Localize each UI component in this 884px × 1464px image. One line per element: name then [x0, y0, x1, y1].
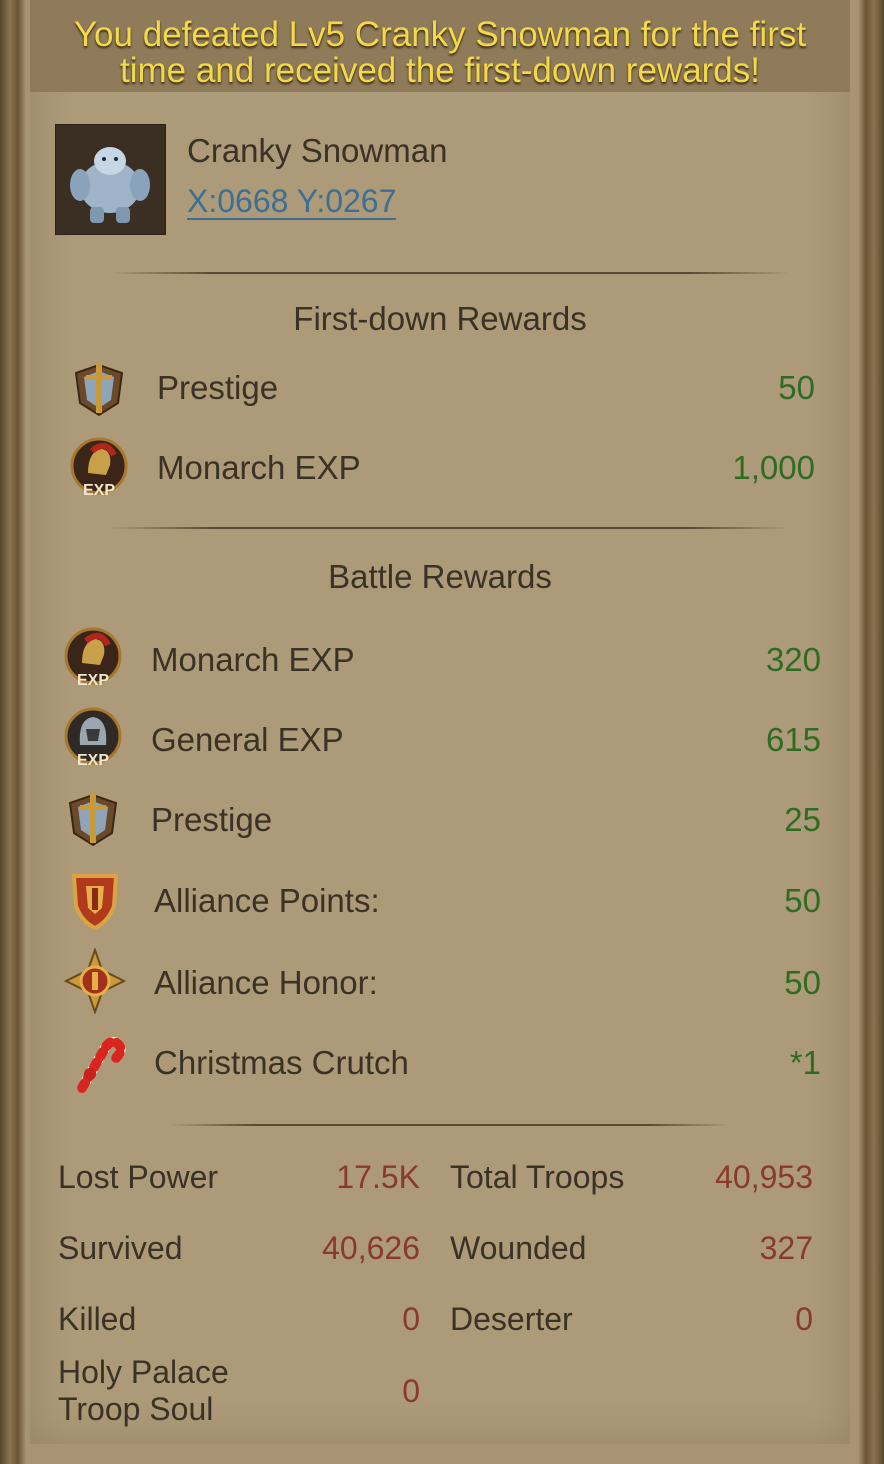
snowman-icon: [56, 125, 165, 234]
general-exp-icon: EXP: [64, 707, 122, 769]
svg-text:EXP: EXP: [77, 752, 109, 769]
killed-value: 0: [402, 1301, 420, 1337]
wounded-label: Wounded: [450, 1230, 587, 1266]
first-down-row-monarch-exp: EXP Monarch EXP 1,000: [30, 435, 850, 505]
first-down-rewards-title: First-down Rewards: [293, 300, 587, 337]
survived-label: Survived: [58, 1230, 183, 1266]
monarch-exp-icon: EXP: [70, 437, 128, 499]
target-name: Cranky Snowman: [187, 132, 448, 169]
holy-palace-value: 0: [402, 1373, 420, 1409]
battle-report-panel: You defeated Lv5 Cranky Snowman for the …: [30, 0, 850, 1444]
battle-label-alliance-honor: Alliance Honor:: [154, 964, 378, 1001]
deserter-label: Deserter: [450, 1301, 573, 1337]
battle-label-christmas-crutch: Christmas Crutch: [154, 1044, 409, 1081]
battle-value-monarch-exp: 320: [765, 641, 821, 678]
battle-row-alliance-points: Alliance Points: 50: [30, 866, 850, 936]
first-down-label-prestige: Prestige: [157, 369, 279, 406]
banner-line-2: time and received the first-down rewards…: [120, 51, 760, 90]
battle-value-alliance-points: 50: [784, 882, 821, 919]
christmas-crutch-icon: [77, 1037, 126, 1093]
battle-value-prestige: 25: [784, 801, 821, 838]
svg-text:EXP: EXP: [77, 672, 109, 689]
killed-label: Killed: [58, 1301, 137, 1337]
banner-line-1: You defeated Lv5 Cranky Snowman for the …: [73, 15, 807, 54]
total-troops-value: 40,953: [715, 1159, 813, 1195]
holy-palace-label-line-1: Holy Palace: [58, 1354, 229, 1390]
battle-row-general-exp: EXP General EXP 615: [30, 705, 850, 775]
deserter-value: 0: [795, 1301, 813, 1337]
prestige-icon: [68, 793, 118, 847]
battle-row-christmas-crutch: Christmas Crutch *1: [30, 1030, 850, 1100]
first-down-row-prestige: Prestige 50: [30, 355, 850, 425]
holy-palace-label-line-2: Troop Soul: [58, 1391, 214, 1427]
total-troops-label: Total Troops: [450, 1159, 625, 1195]
first-down-banner: You defeated Lv5 Cranky Snowman for the …: [30, 0, 850, 92]
divider: [110, 272, 790, 274]
battle-value-general-exp: 615: [765, 721, 821, 758]
battle-row-monarch-exp: EXP Monarch EXP 320: [30, 625, 850, 695]
survived-value: 40,626: [322, 1230, 420, 1266]
prestige-icon: [74, 363, 124, 417]
divider: [170, 1124, 730, 1126]
battle-row-prestige: Prestige 25: [30, 785, 850, 855]
battle-rewards-title: Battle Rewards: [328, 558, 552, 595]
divider: [110, 527, 790, 529]
snowman-portrait[interactable]: [55, 124, 166, 235]
svg-text:EXP: EXP: [83, 482, 115, 499]
alliance-honor-icon: [63, 948, 127, 1014]
first-down-value-prestige: 50: [778, 369, 815, 406]
first-down-label-monarch-exp: Monarch EXP: [157, 449, 361, 486]
battle-label-prestige: Prestige: [151, 801, 273, 838]
target-coordinates-link[interactable]: X:0668 Y:0267: [187, 184, 397, 220]
battle-value-alliance-honor: 50: [784, 964, 821, 1001]
first-down-value-monarch-exp: 1,000: [732, 449, 815, 486]
battle-value-christmas-crutch: *1: [789, 1044, 821, 1081]
alliance-points-icon: [71, 874, 119, 931]
battle-label-alliance-points: Alliance Points:: [154, 882, 380, 919]
lost-power-label: Lost Power: [58, 1159, 219, 1195]
battle-label-monarch-exp: Monarch EXP: [151, 641, 355, 678]
lost-power-value: 17.5K: [336, 1159, 420, 1195]
battle-row-alliance-honor: Alliance Honor: 50: [30, 948, 850, 1018]
battle-label-general-exp: General EXP: [151, 721, 344, 758]
monarch-exp-icon: EXP: [64, 627, 122, 689]
wounded-value: 327: [759, 1230, 813, 1266]
